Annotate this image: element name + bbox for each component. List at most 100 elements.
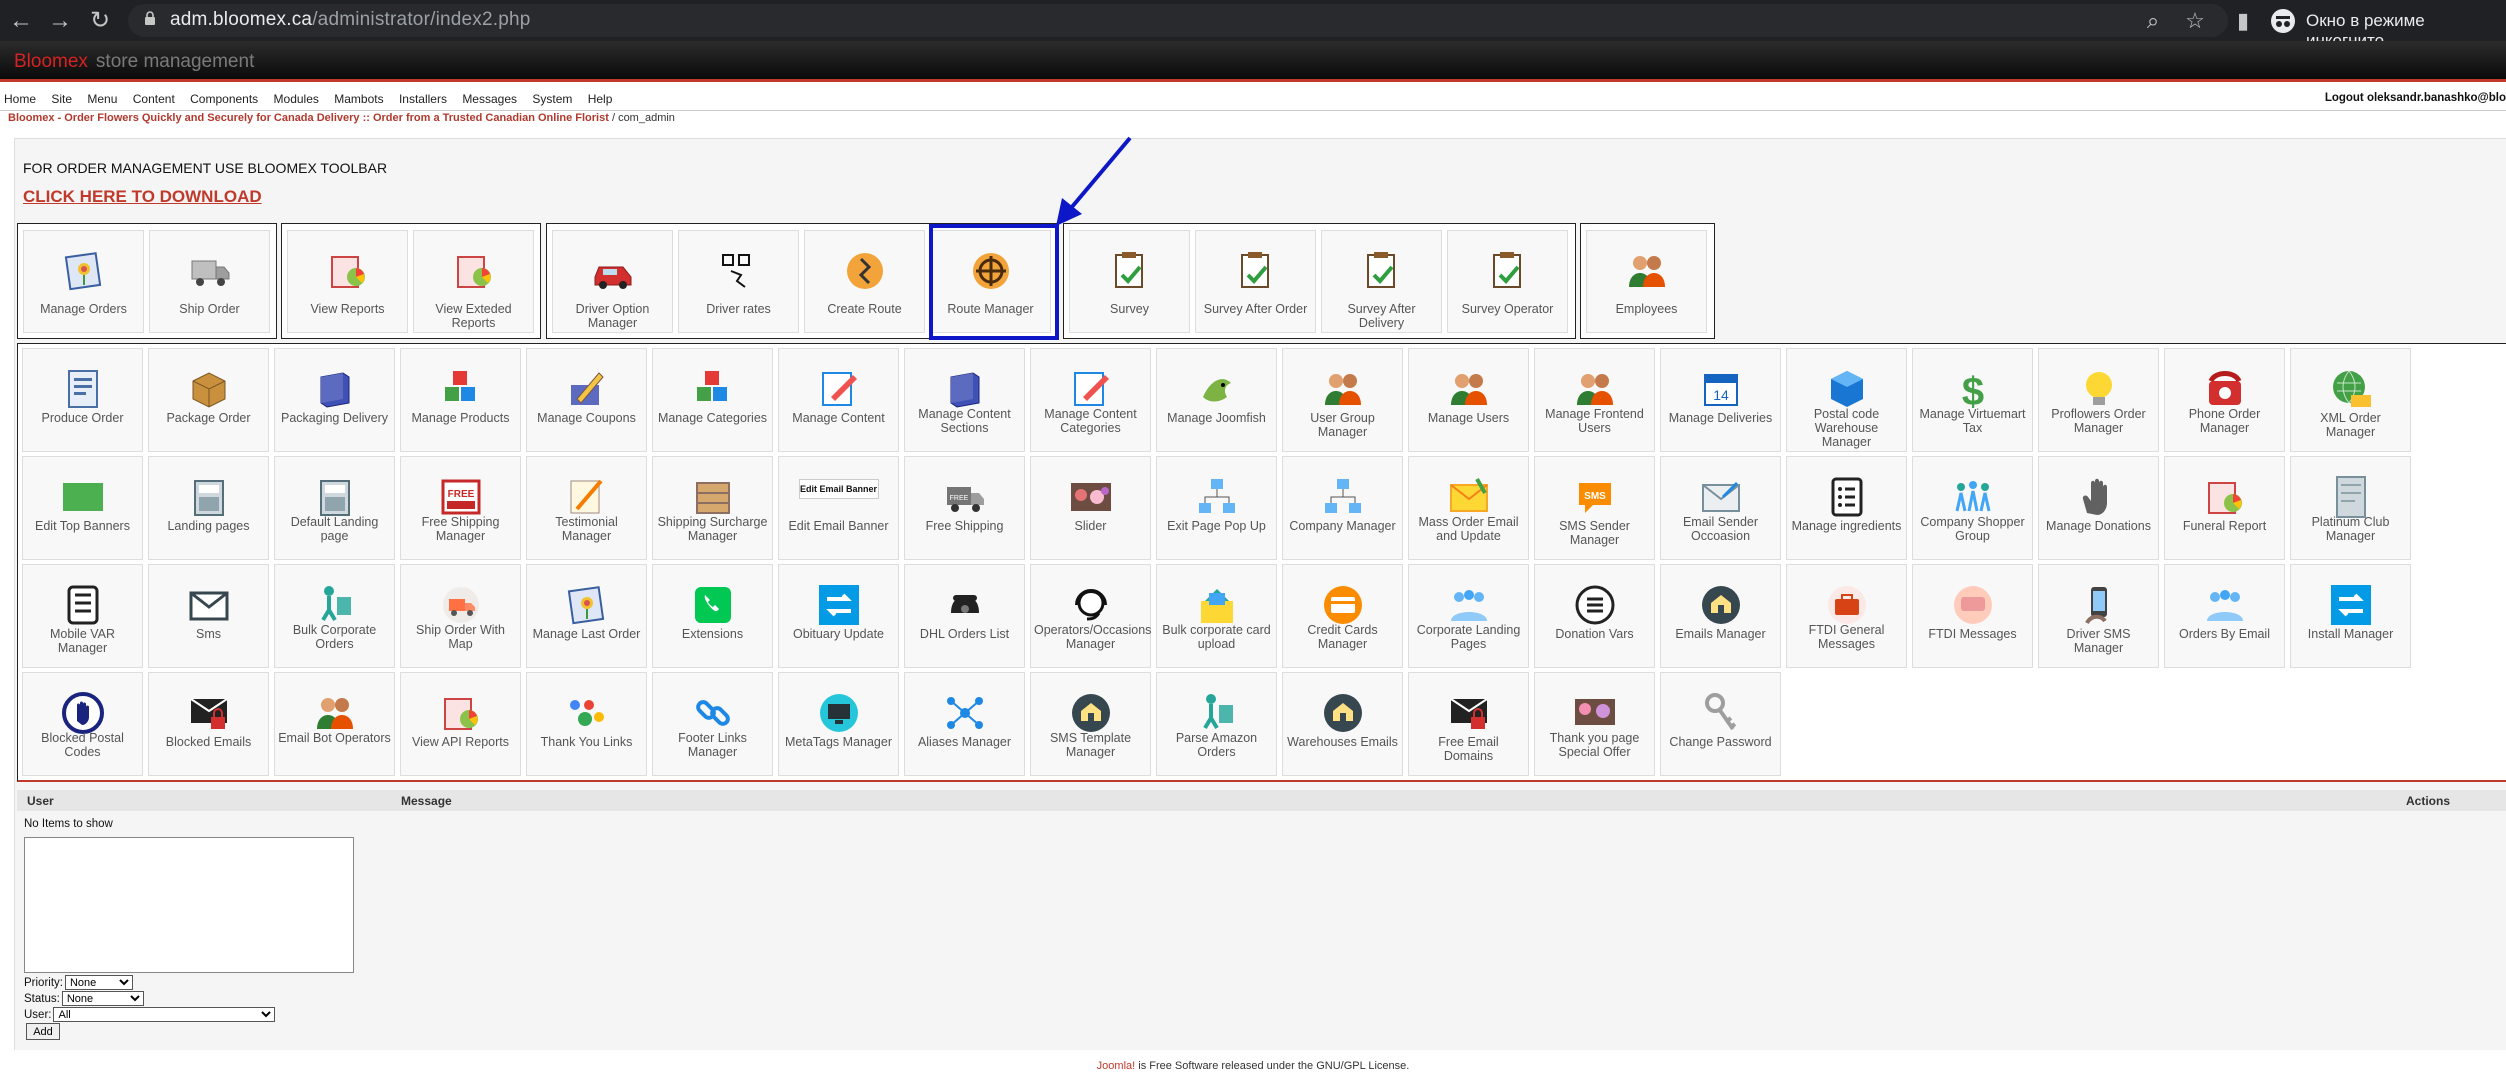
joomla-link[interactable]: Joomla! [1097, 1060, 1136, 1072]
tile-manage-ingredients[interactable]: Manage ingredients [1786, 456, 1907, 560]
menu-site[interactable]: Site [51, 92, 72, 106]
zoom-icon[interactable]: ⌕ [2140, 8, 2166, 34]
tile-emails-manager[interactable]: Emails Manager [1660, 564, 1781, 668]
tile-install-manager[interactable]: Install Manager [2290, 564, 2411, 668]
tile-testimonial-manager[interactable]: Testimonial Manager [526, 456, 647, 560]
tile-manage-categories[interactable]: Manage Categories [652, 348, 773, 452]
download-toolbar-link[interactable]: CLICK HERE TO DOWNLOAD [23, 187, 262, 207]
tile-blocked-postal-codes[interactable]: Blocked Postal Codes [22, 672, 143, 776]
tile-exit-page-pop-up[interactable]: Exit Page Pop Up [1156, 456, 1277, 560]
tile-footer-links-manager[interactable]: Footer Links Manager [652, 672, 773, 776]
tile-manage-joomfish[interactable]: Manage Joomfish [1156, 348, 1277, 452]
tile-default-landing-page[interactable]: Default Landing page [274, 456, 395, 560]
menu-home[interactable]: Home [4, 92, 36, 106]
tile-manage-frontend-users[interactable]: Manage Frontend Users [1534, 348, 1655, 452]
tile-survey-after-order[interactable]: Survey After Order [1195, 230, 1316, 333]
tile-bulk-corporate-orders[interactable]: Bulk Corporate Orders [274, 564, 395, 668]
tile-survey-operator[interactable]: Survey Operator [1447, 230, 1568, 333]
tile-sms-template-manager[interactable]: SMS Template Manager [1030, 672, 1151, 776]
tile-postal-code-warehouse-manager[interactable]: Postal code Warehouse Manager [1786, 348, 1907, 452]
tile-email-bot-operators[interactable]: Email Bot Operators [274, 672, 395, 776]
tile-corporate-landing-pages[interactable]: Corporate Landing Pages [1408, 564, 1529, 668]
menu-modules[interactable]: Modules [274, 92, 319, 106]
menu-installers[interactable]: Installers [399, 92, 447, 106]
tile-edit-email-banner[interactable]: Edit Email Banner Edit Email Banner [778, 456, 899, 560]
tile-thank-you-links[interactable]: Thank You Links [526, 672, 647, 776]
menu-content[interactable]: Content [133, 92, 175, 106]
tile-donation-vars[interactable]: Donation Vars [1534, 564, 1655, 668]
tile-packaging-delivery[interactable]: Packaging Delivery [274, 348, 395, 452]
tile-sms[interactable]: Sms [148, 564, 269, 668]
tile-company-manager[interactable]: Company Manager [1282, 456, 1403, 560]
tile-employees[interactable]: Employees [1586, 230, 1707, 333]
tile-package-order[interactable]: Package Order [148, 348, 269, 452]
tile-proflowers-order-manager[interactable]: Proflowers Order Manager [2038, 348, 2159, 452]
message-textarea[interactable] [24, 837, 354, 973]
tile-driver-sms-manager[interactable]: Driver SMS Manager [2038, 564, 2159, 668]
tile-operators-occasions-manager[interactable]: Operators/Occasions Manager [1030, 564, 1151, 668]
tile-manage-content-categories[interactable]: Manage Content Categories [1030, 348, 1151, 452]
tile-edit-top-banners[interactable]: Edit Top Banners [22, 456, 143, 560]
tile-obituary-update[interactable]: Obituary Update [778, 564, 899, 668]
tile-produce-order[interactable]: Produce Order [22, 348, 143, 452]
tile-slider[interactable]: Slider [1030, 456, 1151, 560]
tile-orders-by-email[interactable]: Orders By Email [2164, 564, 2285, 668]
tile-driver-rates[interactable]: Driver rates [678, 230, 799, 333]
tile-manage-virtuemart-tax[interactable]: Manage Virtuemart Tax [1912, 348, 2033, 452]
tile-user-group-manager[interactable]: User Group Manager [1282, 348, 1403, 452]
tile-mobile-var-manager[interactable]: Mobile VAR Manager [22, 564, 143, 668]
tile-thank-you-page-special-offer[interactable]: Thank you page Special Offer [1534, 672, 1655, 776]
sidepanel-icon[interactable]: ▮ [2230, 8, 2256, 34]
tile-shipping-surcharge-manager[interactable]: Shipping Surcharge Manager [652, 456, 773, 560]
tile-bulk-corporate-card-upload[interactable]: Bulk corporate card upload [1156, 564, 1277, 668]
tile-extensions[interactable]: Extensions [652, 564, 773, 668]
tile-ftdi-messages[interactable]: FTDI Messages [1912, 564, 2033, 668]
tile-manage-last-order[interactable]: Manage Last Order [526, 564, 647, 668]
tile-dhl-orders-list[interactable]: DHL Orders List [904, 564, 1025, 668]
menu-mambots[interactable]: Mambots [334, 92, 383, 106]
status-select[interactable]: None [61, 991, 144, 1006]
tile-mass-order-email-and-update[interactable]: Mass Order Email and Update [1408, 456, 1529, 560]
tile-email-sender-occoasion[interactable]: Email Sender Occoasion [1660, 456, 1781, 560]
tile-company-shopper-group[interactable]: Company Shopper Group [1912, 456, 2033, 560]
tile-driver-option-manager[interactable]: Driver Option Manager [552, 230, 673, 333]
tile-manage-users[interactable]: Manage Users [1408, 348, 1529, 452]
tile-survey-after-delivery[interactable]: Survey After Delivery [1321, 230, 1442, 333]
tile-credit-cards-manager[interactable]: Credit Cards Manager [1282, 564, 1403, 668]
menu-system[interactable]: System [532, 92, 572, 106]
menu-messages[interactable]: Messages [462, 92, 517, 106]
forward-icon[interactable]: → [45, 6, 75, 36]
menu-help[interactable]: Help [588, 92, 613, 106]
tile-sms-sender-manager[interactable]: SMS Sender Manager [1534, 456, 1655, 560]
tile-xml-order-manager[interactable]: XML Order Manager [2290, 348, 2411, 452]
logout-link[interactable]: Logout oleksandr.banashko@blo [2325, 92, 2506, 104]
tile-manage-products[interactable]: Manage Products [400, 348, 521, 452]
tile-manage-content-sections[interactable]: Manage Content Sections [904, 348, 1025, 452]
breadcrumb-link[interactable]: Bloomex - Order Flowers Quickly and Secu… [8, 112, 609, 124]
tile-view-api-reports[interactable]: View API Reports [400, 672, 521, 776]
tile-ftdi-general-messages[interactable]: FTDI General Messages [1786, 564, 1907, 668]
tile-manage-coupons[interactable]: Manage Coupons [526, 348, 647, 452]
tile-free-email-domains[interactable]: Free Email Domains [1408, 672, 1529, 776]
tile-funeral-report[interactable]: Funeral Report [2164, 456, 2285, 560]
tile-free-shipping-manager[interactable]: Free Shipping Manager [400, 456, 521, 560]
bookmark-star-icon[interactable]: ☆ [2182, 8, 2208, 34]
tile-ship-order[interactable]: Ship Order [149, 230, 270, 333]
tile-survey[interactable]: Survey [1069, 230, 1190, 333]
user-select[interactable]: All [53, 1007, 276, 1022]
menu-components[interactable]: Components [190, 92, 258, 106]
priority-select[interactable]: None [64, 975, 133, 990]
tile-phone-order-manager[interactable]: Phone Order Manager [2164, 348, 2285, 452]
tile-aliases-manager[interactable]: Aliases Manager [904, 672, 1025, 776]
tile-platinum-club-manager[interactable]: Platinum Club Manager [2290, 456, 2411, 560]
tile-free-shipping[interactable]: Free Shipping [904, 456, 1025, 560]
tile-parse-amazon-orders[interactable]: Parse Amazon Orders [1156, 672, 1277, 776]
tile-manage-deliveries[interactable]: Manage Deliveries [1660, 348, 1781, 452]
tile-manage-orders[interactable]: Manage Orders [23, 230, 144, 333]
menu-menu[interactable]: Menu [87, 92, 117, 106]
tile-create-route[interactable]: Create Route [804, 230, 925, 333]
tile-ship-order-with-map[interactable]: Ship Order With Map [400, 564, 521, 668]
tile-view-reports[interactable]: View Reports [287, 230, 408, 333]
back-icon[interactable]: ← [6, 6, 36, 36]
tile-change-password[interactable]: Change Password [1660, 672, 1781, 776]
